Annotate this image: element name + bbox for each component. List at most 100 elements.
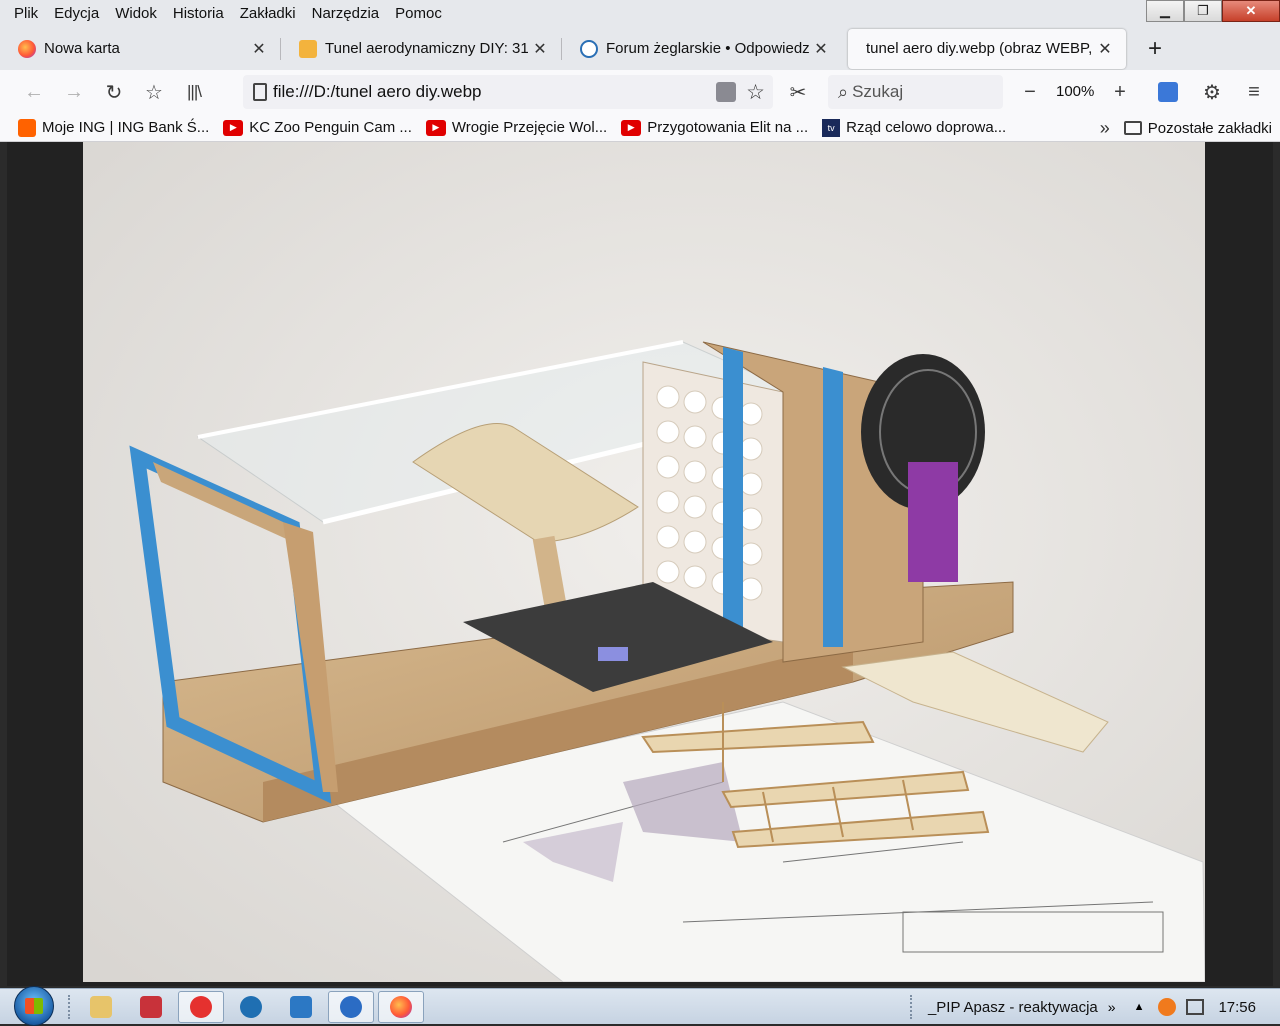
firefox-icon xyxy=(18,39,36,58)
bookmark-przygotowania[interactable]: ▶ Przygotowania Elit na ... xyxy=(621,119,808,136)
maximize-button[interactable]: ❐ xyxy=(1184,0,1222,22)
displayed-image[interactable] xyxy=(83,142,1205,982)
window-controls: ▁ ❐ ✕ xyxy=(1146,0,1280,22)
bookmark-label: KC Zoo Penguin Cam ... xyxy=(249,119,412,136)
menu-history[interactable]: Historia xyxy=(165,0,232,27)
search-input[interactable]: Szukaj xyxy=(852,82,903,102)
wind-tunnel-photo xyxy=(83,142,1205,982)
star-icon[interactable]: ☆ xyxy=(746,80,765,105)
close-window-button[interactable]: ✕ xyxy=(1222,0,1280,22)
system-tray: _PIP Apasz - reaktywacja » ▲ 17:56 xyxy=(909,989,1280,1025)
plus-icon: + xyxy=(1114,80,1126,103)
youtube-icon: ▶ xyxy=(425,119,446,136)
library-icon: |||\ xyxy=(187,82,202,101)
library-button[interactable]: |||\ xyxy=(174,74,214,110)
taskbar-firefox[interactable] xyxy=(378,990,424,1023)
toolbar-pip-apasz[interactable]: _PIP Apasz - reaktywacja xyxy=(928,999,1098,1016)
close-tab-icon[interactable]: ✕ xyxy=(1096,39,1114,59)
tab-label: tunel aero diy.webp (obraz WEBP, 9 xyxy=(866,40,1096,57)
reload-button[interactable]: ↻ xyxy=(94,74,134,110)
bookmark-page-button[interactable]: ☆ xyxy=(134,74,174,110)
minimize-button[interactable]: ▁ xyxy=(1146,0,1184,22)
arrow-right-icon: → xyxy=(64,80,84,103)
tab-label: Forum żeglarskie • Odpowiedz xyxy=(606,40,810,57)
bookmarks-toolbar: Moje ING | ING Bank Ś... ▶ KC Zoo Pengui… xyxy=(0,114,1280,142)
tab-forum[interactable]: Forum żeglarskie • Odpowiedz ✕ xyxy=(562,29,842,69)
bookmark-rzad[interactable]: tv Rząd celowo doprowa... xyxy=(822,118,1007,137)
menu-button[interactable]: ≡ xyxy=(1234,74,1274,110)
vpn-shield-icon xyxy=(290,995,312,1018)
taskbar-grip-icon xyxy=(68,994,74,1019)
forward-button[interactable]: → xyxy=(54,74,94,110)
chevron-right-double-icon[interactable]: » xyxy=(1100,118,1110,139)
screenshot-icon: ✂ xyxy=(789,81,807,104)
shield-icon xyxy=(240,995,262,1018)
toolbar-expand-chevron[interactable]: » xyxy=(1108,999,1116,1015)
back-button[interactable]: ← xyxy=(14,74,54,110)
site-favicon xyxy=(299,39,317,58)
close-tab-icon[interactable]: ✕ xyxy=(812,39,830,59)
close-tab-icon[interactable]: ✕ xyxy=(531,39,549,59)
hamburger-icon: ≡ xyxy=(1248,80,1260,103)
image-viewer xyxy=(7,142,1273,986)
tab-wind-tunnel[interactable]: Tunel aerodynamiczny DIY: 31 k ✕ xyxy=(281,29,561,69)
translate-icon[interactable] xyxy=(716,82,737,102)
avast-icon[interactable] xyxy=(1158,998,1177,1016)
settings-button[interactable]: ⚙ xyxy=(1192,74,1232,110)
taskbar-explorer[interactable] xyxy=(78,991,124,1023)
network-icon[interactable] xyxy=(1186,999,1205,1015)
menu-file[interactable]: Plik xyxy=(0,0,46,27)
zoom-level[interactable]: 100% xyxy=(1056,83,1094,100)
menu-bar: Plik Edycja Widok Historia Zakładki Narz… xyxy=(0,0,1280,27)
close-tab-icon[interactable]: ✕ xyxy=(250,39,268,59)
bookmark-label: Przygotowania Elit na ... xyxy=(647,119,809,136)
taskbar-app-sync[interactable] xyxy=(328,990,374,1023)
zoom-in-button[interactable]: + xyxy=(1100,74,1140,110)
minimize-icon: ▁ xyxy=(1160,3,1170,18)
app-yd-icon xyxy=(140,995,162,1018)
bookmark-label: Moje ING | ING Bank Ś... xyxy=(42,119,210,136)
menu-view[interactable]: Widok xyxy=(107,0,165,27)
menu-tools[interactable]: Narzędzia xyxy=(304,0,388,27)
bookmark-wrogie-przejecie[interactable]: ▶ Wrogie Przejęcie Wol... xyxy=(425,119,608,136)
tab-new-tab[interactable]: Nowa karta ✕ xyxy=(0,29,280,69)
bookmark-ing[interactable]: Moje ING | ING Bank Ś... xyxy=(18,118,210,137)
bookmark-label: Wrogie Przejęcie Wol... xyxy=(451,119,608,136)
reload-icon: ↻ xyxy=(105,81,123,104)
menu-help[interactable]: Pomoc xyxy=(387,0,450,27)
tab-image-active[interactable]: tunel aero diy.webp (obraz WEBP, 9 ✕ xyxy=(848,28,1126,69)
screenshot-button[interactable]: ✂ xyxy=(778,74,818,110)
start-button[interactable] xyxy=(14,985,54,1026)
clock[interactable]: 17:56 xyxy=(1218,999,1256,1016)
show-hidden-icons[interactable]: ▲ xyxy=(1134,1001,1145,1013)
translate-extension-button[interactable] xyxy=(1148,74,1188,110)
youtube-icon: ▶ xyxy=(223,119,244,136)
zoom-out-button[interactable]: − xyxy=(1010,74,1050,110)
star-icon: ☆ xyxy=(145,81,163,104)
taskbar-app-vpn[interactable] xyxy=(278,991,324,1023)
taskbar-app-flower[interactable] xyxy=(178,990,224,1023)
youtube-icon: ▶ xyxy=(621,119,642,136)
url-text[interactable]: file:///D:/tunel aero diy.webp xyxy=(273,82,716,102)
menu-edit[interactable]: Edycja xyxy=(46,0,107,27)
other-bookmarks-folder[interactable]: Pozostałe zakładki xyxy=(1148,120,1272,137)
page-icon xyxy=(253,83,267,101)
bookmark-label: Rząd celowo doprowa... xyxy=(846,119,1007,136)
minus-icon: − xyxy=(1024,80,1036,103)
address-bar[interactable]: file:///D:/tunel aero diy.webp ☆ xyxy=(243,75,773,109)
taskbar-app-yd[interactable] xyxy=(128,991,174,1023)
tab-label: Tunel aerodynamiczny DIY: 31 k xyxy=(325,40,531,57)
new-tab-button[interactable]: + xyxy=(1140,35,1170,63)
sync-icon xyxy=(340,995,362,1018)
ing-icon xyxy=(18,118,36,137)
bookmark-zoo-penguin[interactable]: ▶ KC Zoo Penguin Cam ... xyxy=(223,119,412,136)
taskbar-app-shield[interactable] xyxy=(228,991,274,1023)
flower-icon xyxy=(190,995,212,1018)
menu-bookmarks[interactable]: Zakładki xyxy=(232,0,304,27)
navigation-toolbar: ← → ↻ ☆ |||\ file:///D:/tunel aero diy.w… xyxy=(0,70,1280,114)
gear-icon: ⚙ xyxy=(1203,81,1221,104)
folder-icon xyxy=(90,995,112,1018)
translate-icon xyxy=(1158,82,1178,102)
search-icon: ⌕ xyxy=(838,81,849,102)
search-bar[interactable]: ⌕ Szukaj xyxy=(828,75,1003,109)
